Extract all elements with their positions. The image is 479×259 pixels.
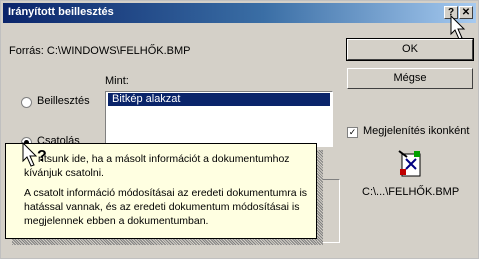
tooltip-para2-line2: hatással vannak, és az eredeti dokumentu…	[24, 201, 300, 213]
dialog-title: Irányított beillesztés	[8, 6, 114, 18]
help-pointer-icon: ?	[22, 141, 47, 167]
paste-special-dialog: Irányított beillesztés ? ✕ Forrás: C:\WI…	[0, 0, 479, 259]
list-item-selected[interactable]: Bitkép alakzat	[108, 93, 330, 106]
ok-button[interactable]: OK	[346, 38, 474, 61]
help-tooltip: ntsunk ide, ha a másolt információt a do…	[5, 143, 323, 245]
title-bar: Irányított beillesztés ? ✕	[3, 3, 476, 23]
as-format-listbox[interactable]: Bitkép alakzat	[105, 91, 333, 147]
display-as-icon-checkbox[interactable]: ✓	[347, 127, 358, 138]
cancel-button[interactable]: Mégse	[347, 68, 473, 89]
display-as-icon-label[interactable]: Megjelenítés ikonként	[363, 125, 469, 137]
as-label: Mint:	[105, 75, 129, 87]
paste-radio-label[interactable]: Beillesztés	[37, 95, 90, 107]
bitmap-file-icon	[398, 150, 421, 177]
tooltip-para2-line3: megjelennek ebben a dokumentumban.	[24, 215, 209, 227]
svg-text:?: ?	[37, 148, 47, 165]
tooltip-para2-line1: A csatolt információ módosításai az ered…	[24, 187, 308, 199]
icon-caption: C:\...\FELHŐK.BMP	[362, 186, 460, 198]
paste-radio[interactable]	[21, 97, 32, 108]
tooltip-line1: ntsunk ide, ha a másolt információt a do…	[38, 153, 290, 165]
tooltip-shadow-bottom	[12, 239, 320, 245]
source-label: Forrás: C:\WINDOWS\FELHŐK.BMP	[9, 45, 191, 57]
tooltip-shadow-right	[317, 150, 323, 245]
